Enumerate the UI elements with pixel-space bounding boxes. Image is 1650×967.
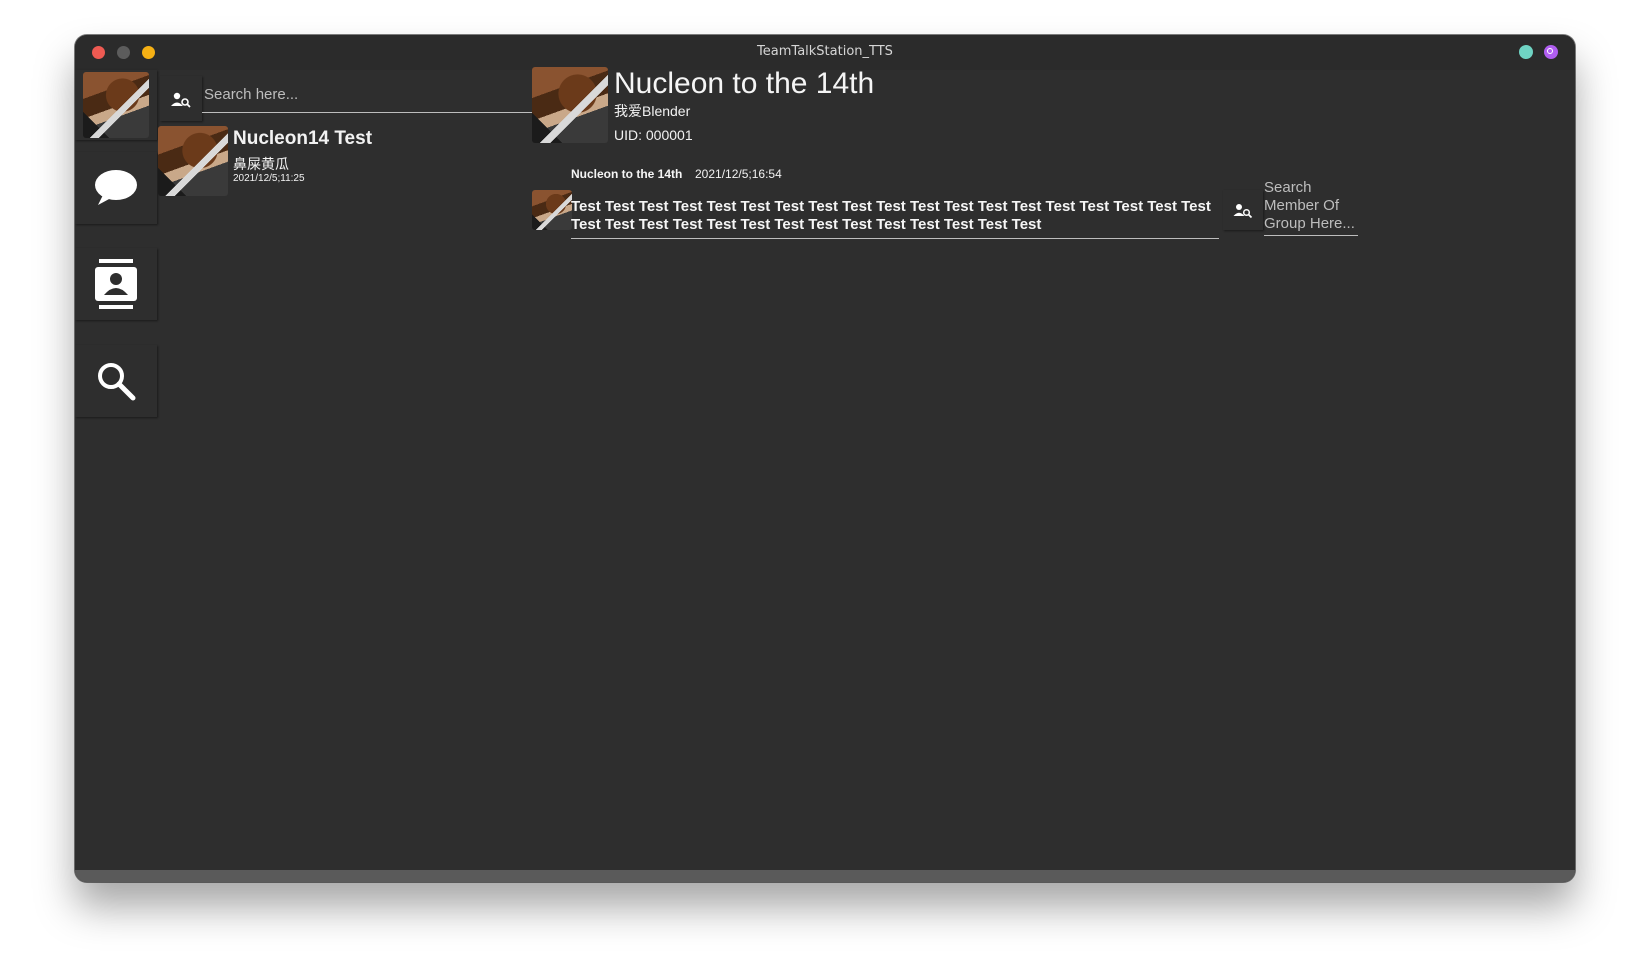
message-sender: Nucleon to the 14th: [571, 167, 683, 181]
message-text: Test Test Test Test Test Test Test Test …: [571, 198, 1219, 239]
title-bar: TeamTalkStation_TTS: [75, 35, 1575, 70]
contact-timestamp: 2021/12/5;11:25: [233, 173, 305, 184]
person-search-icon: [171, 92, 191, 108]
chat-subtitle: 我爱Blender: [614, 103, 691, 119]
chat-avatar[interactable]: [532, 67, 608, 143]
contact-search-button[interactable]: [160, 76, 202, 121]
sidebar-item-chats[interactable]: [75, 152, 157, 224]
sidebar-item-search[interactable]: [75, 345, 157, 417]
chat-uid: UID: 000001: [614, 127, 693, 143]
member-search-button[interactable]: [1223, 190, 1263, 230]
app-window: TeamTalkStation_TTS Search here... Nucle…: [75, 35, 1575, 882]
status-indicator-icon[interactable]: [1519, 45, 1533, 59]
message-avatar[interactable]: [532, 190, 572, 230]
search-icon: [98, 363, 136, 401]
horizontal-scrollbar[interactable]: [75, 870, 1575, 882]
list-item[interactable]: Nucleon14 Test 鼻屎黄瓜 2021/12/5;11:25: [158, 126, 528, 196]
contact-name: Nucleon14 Test: [233, 128, 373, 149]
chat-bubble-icon: [95, 170, 137, 205]
extension-icon[interactable]: [1544, 45, 1558, 59]
sidebar-item-contacts[interactable]: [75, 248, 157, 320]
profile-avatar: [83, 72, 149, 138]
chat-title: Nucleon to the 14th: [614, 67, 875, 100]
sidebar-item-profile[interactable]: [75, 70, 157, 140]
contact-search-input[interactable]: [202, 77, 538, 113]
person-search-icon: [1233, 204, 1253, 219]
contact-avatar: [158, 126, 228, 196]
member-search-input[interactable]: Search Member Of Group Here...: [1264, 179, 1358, 236]
contact-subtitle: 鼻屎黄瓜: [233, 156, 289, 172]
message-timestamp: 2021/12/5;16:54: [695, 167, 782, 181]
contacts-book-icon: [95, 259, 137, 309]
window-title: TeamTalkStation_TTS: [757, 44, 893, 59]
